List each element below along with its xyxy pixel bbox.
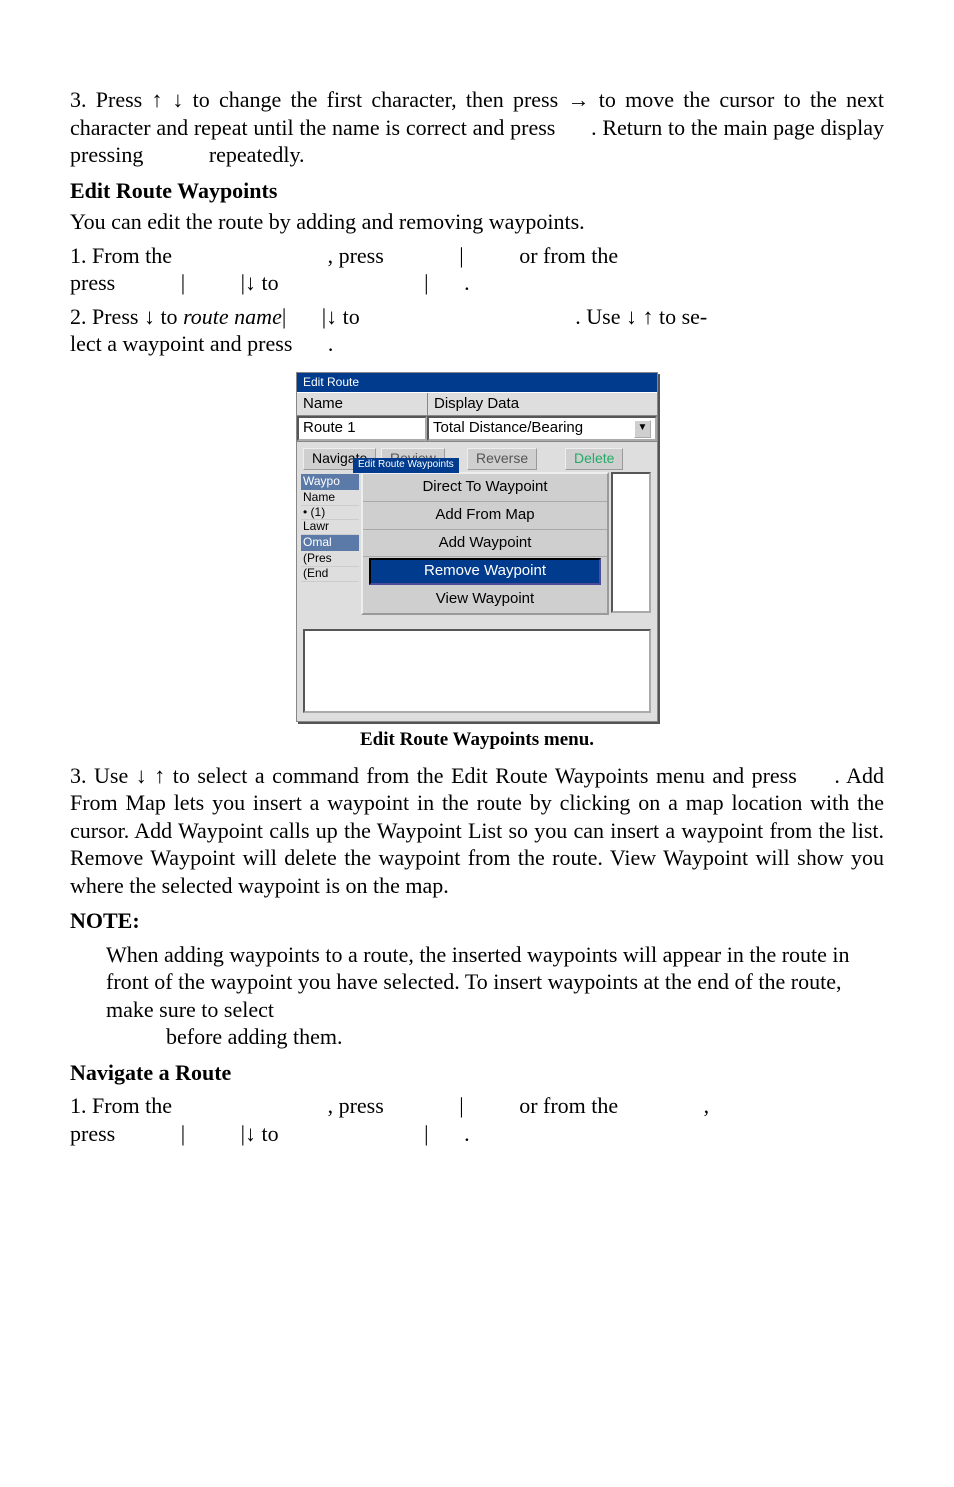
txt: or from the — [519, 1093, 618, 1118]
menu-add-waypoint[interactable]: Add Waypoint — [363, 530, 607, 558]
txt: press — [70, 1121, 115, 1146]
txt: . — [464, 270, 470, 295]
menu-direct-to-waypoint[interactable]: Direct To Waypoint — [363, 474, 607, 502]
step-2a: 2. Press ↓ to route name| |↓ to . Use ↓ … — [70, 303, 884, 358]
context-menu: Direct To Waypoint Add From Map Add Wayp… — [361, 472, 609, 615]
display-data-combo[interactable]: Total Distance/Bearing ▼ — [427, 416, 657, 441]
left-omal: Omal — [301, 535, 359, 551]
txt: , — [704, 1093, 710, 1118]
note-label: NOTE: — [70, 907, 884, 935]
txt: | — [459, 243, 463, 268]
chevron-down-icon[interactable]: ▼ — [634, 420, 651, 438]
txt: |↓ to — [241, 270, 279, 295]
left-waypo: Waypo — [301, 474, 359, 490]
txt: | — [424, 270, 428, 295]
txt: | — [459, 1093, 463, 1118]
txt: 3. Press — [70, 87, 151, 112]
txt: | — [181, 270, 185, 295]
window-titlebar: Edit Route — [297, 373, 657, 392]
txt: to change the first character, then pres… — [183, 87, 567, 112]
left-name: Name — [301, 491, 359, 506]
step-3-top: 3. Press ↑ ↓ to change the first charact… — [70, 86, 884, 169]
txt: | — [424, 1121, 428, 1146]
txt: When adding waypoints to a route, the in… — [106, 942, 850, 1022]
right-arrow: → — [567, 87, 589, 112]
menu-view-waypoint[interactable]: View Waypoint — [363, 586, 607, 613]
route-name-input[interactable]: Route 1 — [297, 416, 427, 441]
txt: |↓ to — [241, 1121, 279, 1146]
heading-navigate-route: Navigate a Route — [70, 1059, 884, 1087]
screenshot-figure: Edit Route Name Display Data Route 1 Tot… — [70, 372, 884, 752]
right-blank-column — [611, 472, 651, 613]
heading-edit-route-waypoints: Edit Route Waypoints — [70, 177, 884, 205]
step-3-below: 3. Use ↓ ↑ to select a command from the … — [70, 762, 884, 900]
lower-blank-area — [303, 629, 651, 713]
txt: before adding them. — [166, 1024, 343, 1049]
txt: | — [282, 304, 286, 329]
route-name-italic: route name — [183, 304, 282, 329]
txt: , press — [328, 1093, 384, 1118]
txt: lect a waypoint and press — [70, 331, 292, 356]
menu-remove-waypoint[interactable]: Remove Waypoint — [369, 558, 601, 585]
figure-caption: Edit Route Waypoints menu. — [70, 728, 884, 752]
txt: , press — [328, 243, 384, 268]
menu-add-from-map[interactable]: Add From Map — [363, 502, 607, 530]
note-body: When adding waypoints to a route, the in… — [106, 941, 884, 1051]
txt: or from the — [519, 243, 618, 268]
txt: . — [464, 1121, 470, 1146]
up-down-arrows: ↑ ↓ — [151, 87, 183, 112]
txt: | — [181, 1121, 185, 1146]
txt: . — [328, 331, 334, 356]
txt: 3. Use ↓ ↑ to select a command from the … — [70, 763, 797, 788]
tab-reverse[interactable]: Reverse — [467, 448, 537, 470]
combo-value: Total Distance/Bearing — [433, 419, 583, 438]
txt: . Use ↓ ↑ to se- — [575, 304, 707, 329]
step-1a: 1. From the , press | or from the press … — [70, 242, 884, 297]
tab-delete[interactable]: Delete — [565, 448, 623, 470]
overlay-title: Edit Route Waypoints — [353, 458, 459, 473]
txt: repeatedly. — [209, 142, 305, 167]
header-display-data-label: Display Data — [434, 395, 519, 414]
txt: 1. From the — [70, 243, 172, 268]
txt: 1. From the — [70, 1093, 172, 1118]
nav-step-1: 1. From the , press | or from the , pres… — [70, 1092, 884, 1147]
left-pres: (Pres — [301, 552, 359, 567]
txt: 2. Press ↓ to — [70, 304, 183, 329]
left-lawr: Lawr — [301, 520, 359, 535]
waypoint-list-clip: Waypo Name • (1) Lawr Omal (Pres (End — [301, 470, 359, 615]
txt: |↓ to — [322, 304, 360, 329]
intro-text: You can edit the route by adding and rem… — [70, 208, 884, 236]
edit-route-window: Edit Route Name Display Data Route 1 Tot… — [296, 372, 658, 722]
txt: press — [70, 270, 115, 295]
header-name-label: Name — [297, 393, 428, 416]
left-1: • (1) — [301, 506, 359, 521]
left-end: (End — [301, 567, 359, 582]
